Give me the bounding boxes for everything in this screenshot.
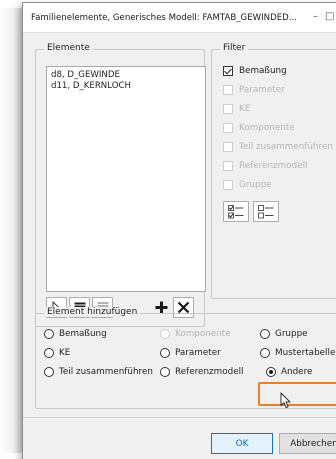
maximize-button[interactable]: □ — [325, 11, 334, 22]
check-all-button[interactable] — [223, 201, 249, 222]
radio-dot[interactable] — [160, 366, 170, 377]
radio-ke[interactable]: KE — [44, 346, 70, 359]
list-item[interactable]: d8, D_GEWINDE — [51, 70, 201, 81]
checkbox-label: Parameter — [239, 85, 285, 95]
family-items-dialog: Familienelemente, Generisches Modell: FA… — [22, 2, 336, 459]
filter-komponente-checkbox[interactable]: Komponente — [223, 121, 295, 135]
uncheck-all-icon — [258, 204, 274, 218]
radio-label: Parameter — [175, 347, 221, 358]
radio-dot[interactable] — [160, 328, 170, 339]
radio-dot[interactable] — [44, 328, 54, 339]
filter-teil-zusammenfuehren-checkbox[interactable]: Teil zusammenführen — [223, 140, 333, 154]
radio-dot[interactable] — [260, 347, 270, 358]
radio-label: Komponente — [175, 328, 231, 339]
list-item[interactable]: d11, D_KERNLOCH — [51, 81, 201, 92]
radio-teil-zusammenfuehren[interactable]: Teil zusammenführen — [44, 365, 153, 378]
checkbox-box[interactable] — [223, 104, 233, 114]
radio-bemassung[interactable]: Bemaßung — [44, 327, 107, 340]
radio-dot[interactable] — [44, 347, 54, 358]
checkbox-label: Bemaßung — [239, 66, 287, 76]
filter-parameter-checkbox[interactable]: Parameter — [223, 83, 285, 97]
checkbox-label: Komponente — [239, 123, 295, 133]
radio-label: Teil zusammenführen — [59, 366, 153, 377]
element-hinzufuegen-legend: Element hinzufügen — [44, 307, 141, 317]
radio-dot[interactable] — [266, 366, 276, 377]
radio-label: Bemaßung — [59, 328, 107, 339]
radio-parameter[interactable]: Parameter — [160, 346, 221, 359]
filter-referenzmodell-checkbox[interactable]: Referenzmodell — [223, 159, 308, 173]
elemente-group: Elemente d8, D_GEWINDE d11, D_KERNLOCH — [35, 43, 206, 327]
radio-dot[interactable] — [160, 347, 170, 358]
radio-komponente[interactable]: Komponente — [160, 327, 231, 340]
radio-referenzmodell[interactable]: Referenzmodell — [160, 365, 244, 378]
checkbox-box[interactable] — [223, 142, 233, 152]
radio-label: KE — [59, 347, 71, 358]
filter-ke-checkbox[interactable]: KE — [223, 102, 250, 116]
checkbox-label: Referenzmodell — [239, 161, 308, 171]
check-all-icon — [228, 204, 244, 218]
filter-group: Filter Bemaßung Parameter KE Komponente … — [211, 43, 336, 299]
checkbox-box[interactable] — [223, 85, 233, 95]
radio-label: Referenzmodell — [175, 366, 244, 377]
title-bar[interactable]: Familienelemente, Generisches Modell: FA… — [23, 3, 336, 33]
radio-label: Gruppe — [275, 328, 308, 339]
window-title: Familienelemente, Generisches Modell: FA… — [31, 13, 297, 23]
radio-label: Andere — [281, 366, 313, 377]
checkbox-box[interactable] — [223, 66, 233, 76]
checkbox-label: KE — [239, 104, 251, 114]
minimize-button[interactable]: – — [313, 11, 318, 22]
filter-legend: Filter — [220, 43, 249, 53]
mouse-cursor-icon — [280, 392, 291, 409]
radio-dot[interactable] — [260, 328, 270, 339]
elemente-listbox[interactable]: d8, D_GEWINDE d11, D_KERNLOCH — [46, 66, 206, 292]
elemente-legend: Elemente — [44, 43, 93, 53]
checkbox-box[interactable] — [223, 180, 233, 190]
ok-button[interactable]: OK — [211, 433, 273, 454]
checkbox-box[interactable] — [223, 161, 233, 171]
filter-gruppe-checkbox[interactable]: Gruppe — [223, 178, 272, 192]
filter-bemassung-checkbox[interactable]: Bemaßung — [223, 64, 287, 78]
checkbox-label: Teil zusammenführen — [239, 142, 333, 152]
uncheck-all-button[interactable] — [253, 201, 279, 222]
radio-label: Mustertabelle — [275, 347, 336, 358]
radio-dot[interactable] — [44, 366, 54, 377]
cancel-button[interactable]: Abbrechen — [279, 433, 336, 454]
background-window-edge — [0, 8, 22, 453]
checkbox-label: Gruppe — [239, 180, 272, 190]
radio-mustertabelle[interactable]: Mustertabelle — [260, 346, 335, 359]
radio-andere[interactable]: Andere — [266, 365, 312, 378]
radio-gruppe[interactable]: Gruppe — [260, 327, 308, 340]
checkbox-box[interactable] — [223, 123, 233, 133]
button-separator — [23, 417, 336, 418]
andere-highlight-box — [258, 382, 336, 406]
